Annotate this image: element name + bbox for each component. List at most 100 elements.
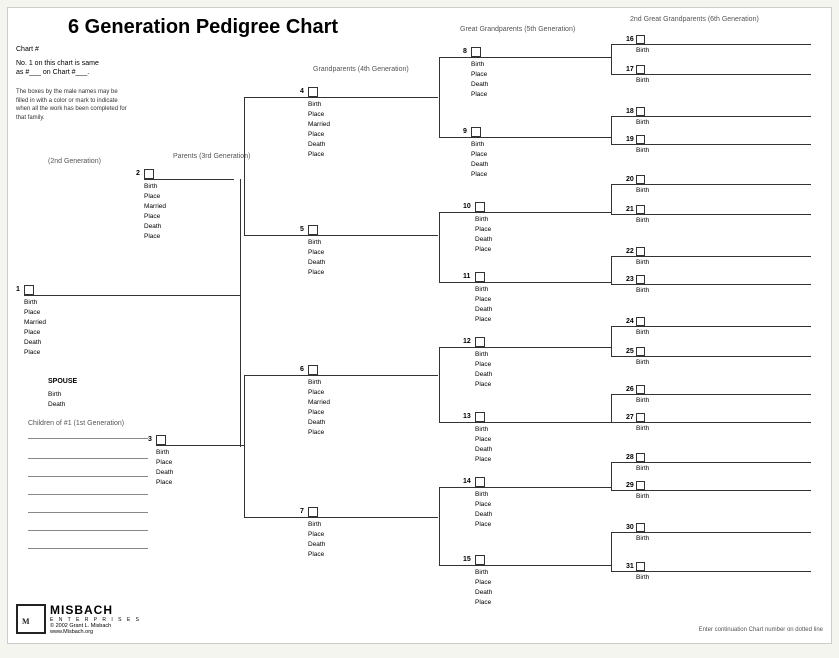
v-line-14-2829	[611, 462, 612, 491]
logo-icon: M	[16, 604, 46, 634]
person18-fields: Birth	[636, 119, 649, 126]
person15-num: 15	[463, 556, 471, 563]
person28-num: 28	[626, 454, 634, 461]
h-line-12-25	[611, 356, 637, 357]
person10-nameline	[475, 212, 611, 213]
person15-nameline	[475, 565, 611, 566]
person14-box	[475, 477, 485, 487]
v-line-main	[240, 295, 241, 447]
person10-num: 10	[463, 203, 471, 210]
h-line-6-12	[439, 347, 476, 348]
h-line-13-26	[611, 394, 637, 395]
person24-box	[636, 317, 645, 326]
person29-box	[636, 481, 645, 490]
person29-fields: Birth	[636, 493, 649, 500]
person26-num: 26	[626, 386, 634, 393]
h-line-11-23	[611, 284, 637, 285]
person17-box	[636, 65, 645, 74]
person27-box	[636, 413, 645, 422]
person29-num: 29	[626, 482, 634, 489]
logo-url: www.Misbach.org	[50, 629, 141, 635]
h-line-6-13	[439, 422, 476, 423]
person16-nameline	[636, 44, 811, 45]
person21-num: 21	[626, 206, 634, 213]
person23-num: 23	[626, 276, 634, 283]
person2-nameline	[144, 179, 234, 180]
person30-num: 30	[626, 524, 634, 531]
person26-nameline	[636, 394, 811, 395]
h-line-4-9	[439, 137, 472, 138]
h-line-1-3	[166, 445, 245, 446]
person22-fields: Birth	[636, 259, 649, 266]
h-line-13-27	[611, 422, 637, 423]
person1-nameline	[24, 295, 154, 296]
person31-nameline	[636, 571, 811, 572]
v-line-11-2223	[611, 256, 612, 285]
logo-name: MISBACH	[50, 603, 141, 617]
person28-fields: Birth	[636, 465, 649, 472]
person7-num: 7	[300, 508, 304, 515]
v-line-15-3031	[611, 532, 612, 572]
person17-num: 17	[626, 66, 634, 73]
page-title: 6 Generation Pedigree Chart	[68, 16, 338, 39]
person31-num: 31	[626, 563, 634, 570]
v-line-12-2425	[611, 326, 612, 357]
h-line-14-29	[611, 490, 637, 491]
person17-nameline	[636, 74, 811, 75]
logo-area: M MISBACH E N T E R P R I S E S © 2002 G…	[16, 603, 141, 635]
person5-box	[308, 225, 318, 235]
person17-fields: Birth	[636, 77, 649, 84]
h-line-2-4	[244, 97, 309, 98]
h-line-10-20	[611, 184, 637, 185]
child-line4	[28, 494, 148, 495]
person13-fields: BirthPlaceDeathPlace	[475, 425, 492, 465]
child-line3	[28, 476, 148, 477]
h-line-9-19	[611, 144, 637, 145]
person13-num: 13	[463, 413, 471, 420]
person15-box	[475, 555, 485, 565]
person27-num: 27	[626, 414, 634, 421]
v-line-1-2	[240, 179, 241, 296]
person29-nameline	[636, 490, 811, 491]
person12-nameline	[475, 347, 611, 348]
person3-box	[156, 435, 166, 445]
gen3-label: Parents (3rd Generation)	[173, 153, 250, 160]
person9-nameline	[471, 137, 611, 138]
child-line1	[28, 438, 148, 439]
continuation-label: Enter continuation Chart number on dotte…	[643, 627, 823, 633]
person5-fields: BirthPlaceDeathPlace	[308, 238, 325, 278]
person31-fields: Birth	[636, 574, 649, 581]
person19-num: 19	[626, 136, 634, 143]
person13-box	[475, 412, 485, 422]
person4-fields: BirthPlaceMarriedPlaceDeathPlace	[308, 100, 330, 160]
person24-num: 24	[626, 318, 634, 325]
person26-box	[636, 385, 645, 394]
person5-num: 5	[300, 226, 304, 233]
person9-box	[471, 127, 481, 137]
person6-fields: BirthPlaceMarriedPlaceDeathPlace	[308, 378, 330, 438]
person6-nameline	[308, 375, 438, 376]
person30-nameline	[636, 532, 811, 533]
person20-box	[636, 175, 645, 184]
person12-num: 12	[463, 338, 471, 345]
v-line-4-89	[439, 57, 440, 138]
person28-box	[636, 453, 645, 462]
person16-box	[636, 35, 645, 44]
person27-nameline	[636, 422, 811, 423]
person11-fields: BirthPlaceDeathPlace	[475, 285, 492, 325]
v-line-7-1415	[439, 487, 440, 566]
child-line7	[28, 548, 148, 549]
person6-num: 6	[300, 366, 304, 373]
h-line-5-10	[439, 212, 476, 213]
person7-box	[308, 507, 318, 517]
person24-fields: Birth	[636, 329, 649, 336]
person1-num: 1	[16, 286, 20, 293]
person25-nameline	[636, 356, 811, 357]
person8-box	[471, 47, 481, 57]
person24-nameline	[636, 326, 811, 327]
h-line-7-15	[439, 565, 476, 566]
person15-fields: BirthPlaceDeathPlace	[475, 568, 492, 608]
person20-fields: Birth	[636, 187, 649, 194]
h-line-3-7	[244, 517, 309, 518]
gen4-label: Grandparents (4th Generation)	[313, 66, 409, 73]
